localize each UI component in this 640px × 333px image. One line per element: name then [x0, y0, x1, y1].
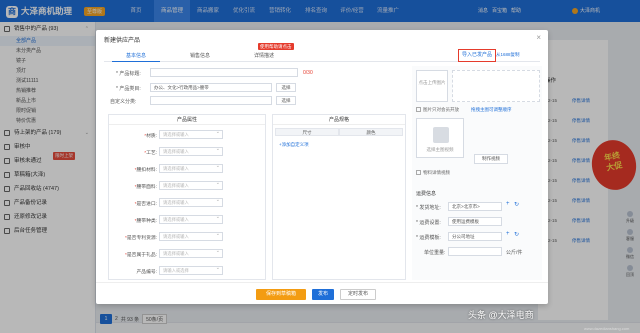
spec-header: 产品规格	[273, 115, 405, 125]
attribute-label: *材质:	[144, 134, 157, 139]
video-upload-label: 选择主图视频	[426, 147, 454, 152]
attribute-label-text: 产品编号:	[136, 270, 157, 275]
attribute-label-text: 腰扣材料:	[136, 168, 157, 173]
timed-publish-button[interactable]: 定时发布	[340, 289, 376, 300]
freight-label: * 运费设置:	[416, 220, 441, 226]
attribute-select[interactable]: 请选择或输入	[159, 198, 223, 207]
new-product-dialog: 新建供应产品 × 基本信息 销售信息 详情描述 使用帮助请点击 导入已发产品 从…	[96, 30, 548, 304]
attribute-label: *工艺:	[144, 151, 157, 156]
attribute-row: *是否专利货源: 请选择或输入	[109, 231, 257, 244]
dialog-footer: 保存到草稿箱 发布 定时发布	[96, 282, 548, 304]
attribute-label-text: 是否进口:	[136, 202, 157, 207]
ship-from-select[interactable]: 北京>北京市>	[448, 202, 502, 211]
attribute-select[interactable]: 请选择或输入	[159, 249, 223, 258]
add-custom-spec-link[interactable]: +添加自定义项	[279, 142, 309, 148]
attribute-select[interactable]: 请选择或输入	[159, 164, 223, 173]
detail-video-checkbox[interactable]: 物料详情视频	[416, 170, 450, 176]
template-select[interactable]: 分公司地址	[448, 232, 502, 241]
attribute-select[interactable]: 请选择或输入	[159, 181, 223, 190]
attribute-label: *是否属于礼品:	[125, 253, 157, 258]
category-field[interactable]: 办公、文化>行政用品>腰带	[150, 83, 272, 92]
checkbox-box	[416, 107, 421, 113]
copy-1688-link[interactable]: 从1688复制	[496, 52, 520, 58]
attribute-label: *腰带面料:	[134, 185, 157, 190]
ship-from-label: * 发货地址:	[416, 205, 441, 211]
freight-select[interactable]: 使用运费模板	[448, 217, 502, 226]
publish-button[interactable]: 发布	[312, 289, 334, 300]
attribute-row: *腰扣材料: 请选择或输入	[109, 163, 257, 176]
attribute-select[interactable]: 请选择或输入	[159, 232, 223, 241]
logistics-title: 运费信息	[416, 191, 437, 197]
attribute-label: *腰带种类:	[134, 219, 157, 224]
attribute-select[interactable]: 请输入或选择	[159, 266, 223, 275]
weight-unit: 公斤/件	[506, 250, 523, 256]
attribute-label-text: 腰带面料:	[136, 185, 157, 190]
members-only-checkbox[interactable]: 图片只对会员开放	[416, 107, 459, 113]
attribute-select[interactable]: 请选择或输入	[159, 130, 223, 139]
refresh-icon[interactable]: ↻	[514, 201, 519, 208]
checkbox-label: 物料详情视频	[423, 170, 450, 175]
attribute-row: *腰带种类: 请选择或输入	[109, 214, 257, 227]
custom-category-label: 自定义分类:	[110, 99, 137, 105]
category-select-button[interactable]: 选择	[276, 83, 296, 92]
attribute-label: *腰扣材料:	[134, 168, 157, 173]
main-image-upload[interactable]: 点击上传图片	[416, 70, 448, 102]
attribute-select[interactable]: 请选择或输入	[159, 147, 223, 156]
spec-panel: 产品规格 尺寸 颜色 +添加自定义项	[272, 114, 406, 280]
attribute-label-text: 腰带种类:	[136, 219, 157, 224]
title-label: * 产品标题:	[116, 71, 141, 77]
spec-col-size[interactable]: 尺寸	[275, 128, 339, 136]
attributes-panel: 产品属性 *材质:请选择或输入 *工艺:请选择或输入 *腰扣材料:请选择或输入 …	[108, 114, 275, 280]
attribute-select[interactable]: 请选择或输入	[159, 215, 223, 224]
spec-col-color[interactable]: 颜色	[339, 128, 403, 136]
weight-label: 单位重量:	[424, 250, 446, 256]
save-draft-button[interactable]: 保存到草稿箱	[256, 289, 306, 300]
tab-basic-info[interactable]: 基本信息	[112, 51, 160, 62]
import-published-button[interactable]: 导入已发产品	[458, 49, 497, 62]
watermark: 头条 @大泽电商	[468, 310, 534, 320]
checkbox-box	[416, 170, 421, 176]
tab-detail[interactable]: 详情描述	[240, 51, 288, 62]
video-play-icon	[433, 127, 449, 143]
title-input[interactable]	[150, 68, 298, 77]
attribute-row: 产品编号: 请输入或选择	[109, 265, 257, 278]
weight-input[interactable]	[448, 247, 502, 256]
watermark-url: www.dazedianshang.com	[584, 326, 630, 331]
attribute-label-text: 工艺:	[146, 151, 157, 156]
attribute-row: *材质: 请选择或输入	[109, 129, 257, 142]
category-label: * 产品类目:	[116, 86, 141, 92]
add-icon[interactable]: +	[506, 201, 510, 207]
attribute-row: *工艺: 请选择或输入	[109, 146, 257, 159]
attributes-header: 产品属性	[109, 115, 265, 125]
image-slots[interactable]	[452, 70, 540, 102]
attribute-label: *是否专利货源:	[125, 236, 157, 241]
attribute-label-text: 材质:	[146, 134, 157, 139]
tab-sales-info[interactable]: 销售信息	[176, 51, 224, 62]
add-icon[interactable]: +	[506, 231, 510, 237]
make-video-button[interactable]: 制作视频	[474, 154, 508, 164]
attribute-label: 产品编号:	[136, 268, 157, 275]
main-video-upload[interactable]: 选择主图视频	[416, 118, 464, 158]
dialog-title: 新建供应产品	[104, 38, 141, 44]
attribute-label-text: 是否属于礼品:	[126, 253, 157, 258]
drag-reorder-link[interactable]: 拖拽主图可调整顺序	[471, 107, 512, 113]
attribute-row: *腰带面料: 请选择或输入	[109, 180, 257, 193]
refresh-icon[interactable]: ↻	[514, 231, 519, 238]
custom-category-field[interactable]	[150, 96, 272, 105]
custom-category-select-button[interactable]: 选择	[276, 96, 296, 105]
title-counter: 0/30	[303, 70, 313, 76]
attribute-label-text: 是否专利货源:	[126, 236, 157, 241]
attribute-row: *是否属于礼品: 请选择或输入	[109, 248, 257, 261]
attribute-row: *是否进口: 请选择或输入	[109, 197, 257, 210]
help-badge[interactable]: 使用帮助请点击	[258, 43, 294, 50]
template-label: * 运费模板:	[416, 235, 441, 241]
checkbox-label: 图片只对会员开放	[423, 107, 459, 112]
close-icon[interactable]: ×	[536, 33, 541, 42]
attribute-label: *是否进口:	[134, 202, 157, 207]
